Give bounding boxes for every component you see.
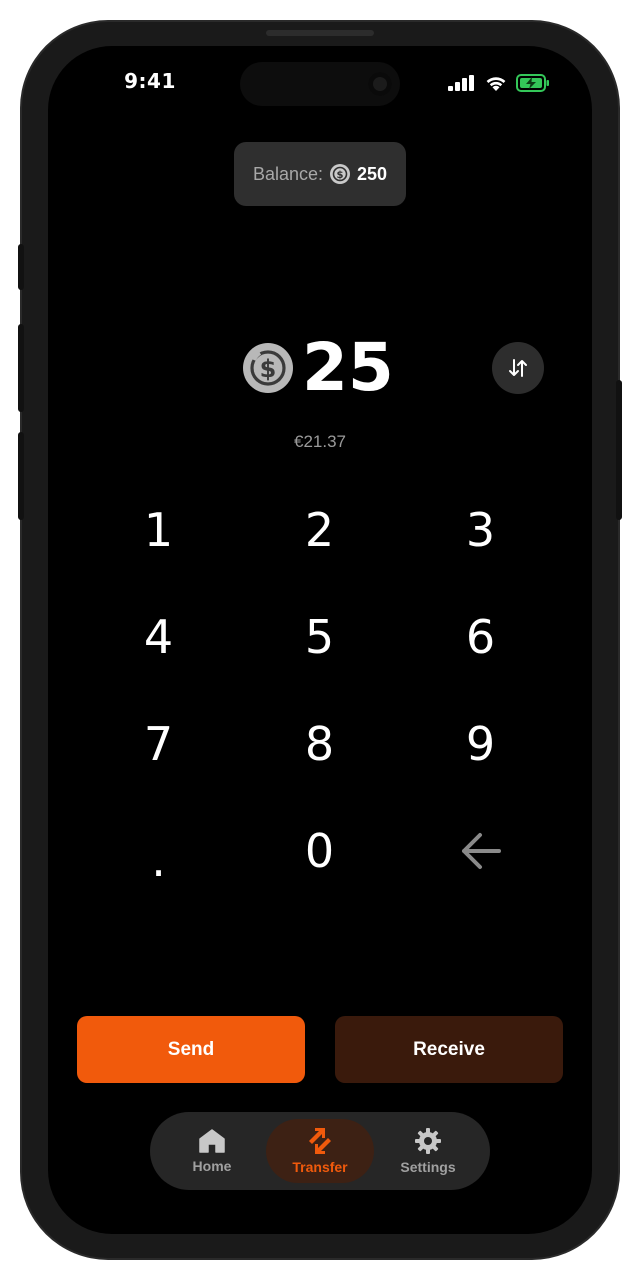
wifi-icon [486,77,506,91]
nav-item-label: Transfer [292,1159,348,1175]
receive-button[interactable]: Receive [335,1016,563,1083]
balance-label: Balance: [252,163,323,184]
key-3[interactable]: 3 [400,476,561,583]
power-button [616,380,622,520]
nav-item-home[interactable]: Home [158,1119,266,1183]
nav-item-label: Settings [400,1159,456,1175]
key-6[interactable]: 6 [400,583,561,690]
swap-vertical-icon [509,359,527,377]
usdc-coin-icon: $ [330,164,350,184]
key-5[interactable]: 5 [239,583,400,690]
nav-item-label: Home [192,1158,232,1174]
balance-value: 250 [357,163,388,184]
send-button[interactable]: Send [77,1016,305,1083]
action-button [18,244,24,290]
bottom-nav: Home Transfer Settings [150,1112,490,1190]
status-icons [448,74,550,92]
nav-item-transfer[interactable]: Transfer [266,1119,374,1183]
backspace-key[interactable] [400,797,561,904]
key-0[interactable]: 0 [239,797,400,904]
balance-pill: Balance: $ 250 [234,142,406,206]
signal-icon [448,75,474,91]
fiat-equivalent: €21.37 [294,432,346,451]
home-icon [199,1129,225,1153]
battery-charging-icon [516,74,549,92]
key-8[interactable]: 8 [239,690,400,797]
volume-up-button [18,324,24,412]
nav-item-settings[interactable]: Settings [374,1119,482,1183]
svg-text:$: $ [260,355,277,383]
status-time: 9:41 [124,69,176,93]
key-4[interactable]: 4 [78,583,239,690]
swap-currency-button[interactable] [492,342,544,394]
numeric-keypad: 1 2 3 4 5 6 7 8 9 . 0 [78,476,562,904]
camera-icon [368,72,392,96]
transfer-icon [309,1128,331,1154]
volume-down-button [18,432,24,520]
usdc-coin-icon: $ [243,343,293,393]
screen: 9:41 Balance: $ 250 $ 25 €21.37 1 2 3 4 … [48,46,592,1234]
speaker-slit [266,30,374,36]
key-2[interactable]: 2 [239,476,400,583]
amount-display: $ 25 [242,330,394,406]
gear-icon [415,1128,441,1154]
svg-text:$: $ [337,170,344,181]
key-1[interactable]: 1 [78,476,239,583]
amount-value: 25 [302,329,394,406]
key-7[interactable]: 7 [78,690,239,797]
key-9[interactable]: 9 [400,690,561,797]
key-decimal[interactable]: . [78,797,239,904]
arrow-left-icon [461,832,501,869]
